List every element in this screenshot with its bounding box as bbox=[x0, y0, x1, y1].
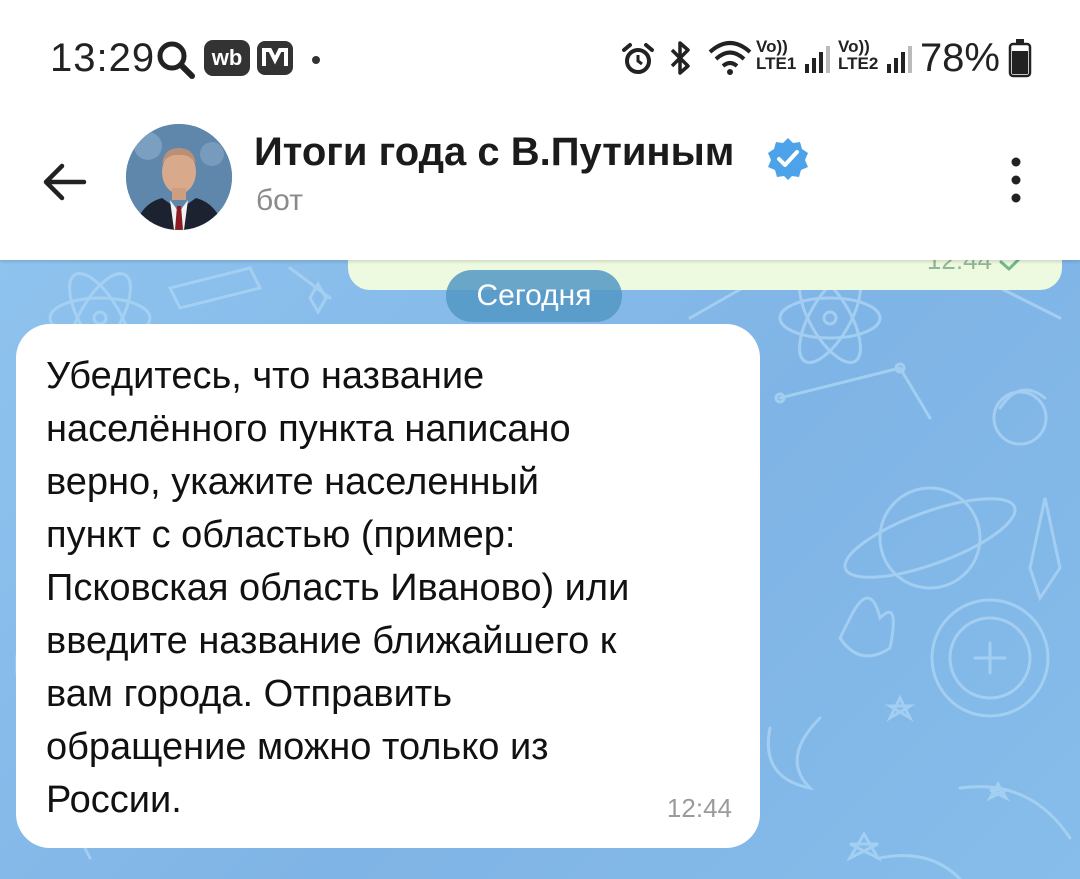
chat-header: Итоги года с В.Путиным бот bbox=[0, 110, 1080, 260]
battery-icon bbox=[1008, 39, 1032, 78]
wifi-icon bbox=[708, 41, 752, 75]
chat-title[interactable]: Итоги года с В.Путиным bbox=[254, 130, 734, 175]
lte1-indicator: Vo)) LTE1 bbox=[756, 38, 796, 72]
wb-label: wb bbox=[211, 45, 243, 70]
signal-icon bbox=[805, 46, 830, 73]
alarm-icon bbox=[622, 43, 654, 74]
back-arrow-icon[interactable] bbox=[38, 154, 94, 210]
date-separator: Сегодня bbox=[446, 270, 622, 322]
m-app-icon bbox=[257, 41, 293, 75]
more-vertical-icon[interactable] bbox=[996, 150, 1036, 210]
bluetooth-icon bbox=[670, 41, 690, 75]
avatar[interactable] bbox=[126, 124, 232, 230]
lte2-label: LTE2 bbox=[838, 54, 879, 73]
message-time: 12:44 bbox=[666, 793, 732, 823]
signal-icon-2 bbox=[887, 46, 912, 73]
avatar-image bbox=[126, 124, 232, 230]
volte-label-2: Vo)) bbox=[838, 37, 870, 56]
chat-subtitle: бот bbox=[256, 184, 303, 217]
status-time: 13:29 bbox=[50, 36, 156, 80]
volte-label: Vo)) bbox=[756, 37, 788, 56]
previous-message-time: 12:44 bbox=[926, 258, 992, 275]
lte1-label: LTE1 bbox=[756, 54, 797, 73]
wb-app-icon: wb bbox=[204, 40, 250, 76]
incoming-message-bubble[interactable]: Убедитесь, что название населённого пунк… bbox=[16, 324, 760, 848]
notification-dot-icon bbox=[312, 56, 320, 64]
chat-area[interactable]: 12:44 Сегодня Убедитесь, что название на… bbox=[0, 258, 1080, 879]
message-text: Убедитесь, что название населённого пунк… bbox=[46, 355, 630, 821]
verified-badge-icon bbox=[768, 138, 808, 180]
read-check-icon bbox=[999, 258, 1023, 271]
lte2-indicator: Vo)) LTE2 bbox=[838, 38, 878, 72]
battery-percent: 78% bbox=[919, 36, 1000, 80]
search-icon bbox=[157, 41, 195, 79]
status-bar: 13:29 wb Vo)) LTE1 Vo)) LTE2 78% bbox=[0, 0, 1080, 110]
